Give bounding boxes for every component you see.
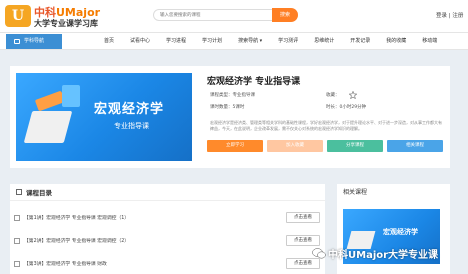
cover-deco-book (34, 90, 66, 112)
favorite-label: 收藏： (326, 93, 340, 98)
course-duration-value: 0小时29分钟 (339, 105, 367, 110)
view-button[interactable]: 点击查看 (286, 235, 320, 246)
auth-separator: | (448, 13, 451, 19)
catalog-row: 【第2讲】宏观经济学 专业指导课 宏观调控（2） 点击查看 (10, 235, 325, 249)
nav-item-favorites[interactable]: 我的收藏 (382, 33, 410, 50)
nav-item-assessment[interactable]: 学习测评 (274, 33, 302, 50)
login-link[interactable]: 登录 (436, 13, 447, 19)
add-favorite-button[interactable]: 加入收藏 (267, 140, 323, 152)
search-input[interactable] (153, 9, 273, 21)
cover-deco-chart (62, 85, 80, 107)
course-title: 宏观经济学 专业指导课 (207, 77, 301, 87)
star-icon[interactable] (349, 91, 357, 99)
course-catalog: 课程目录 【第1讲】宏观经济学 专业指导课 宏观调控（1） 点击查看 【第2讲】… (10, 184, 325, 274)
course-count-value: 5课时 (232, 105, 245, 110)
menu-icon (14, 39, 20, 44)
share-course-button[interactable]: 分享课程 (327, 140, 383, 152)
view-button[interactable]: 点击查看 (286, 212, 320, 223)
course-type-label: 课程类型： (210, 93, 233, 98)
cover-deco-paper (23, 111, 73, 143)
catalog-title: 课程目录 (26, 189, 52, 197)
course-duration-label: 时长： (326, 105, 340, 110)
course-description: 宏观经济学是经济类、管理类等相关学科的基础性课程，学好宏观经济学，对于提升理论水… (210, 120, 442, 131)
row-label[interactable]: 【第3讲】宏观经济学 专业指导课 财政 (24, 260, 107, 267)
course-count-label: 课时数量： (210, 105, 233, 110)
course-duration: 时长：0小时29分钟 (326, 104, 366, 110)
nav-item-home[interactable]: 首页 (100, 33, 118, 50)
nav-items: 首页 试看中心 学习进程 学习计划 搜索导航 ▾ 学习测评 思维统计 开发记录 … (100, 33, 449, 50)
header: U 中科UMajor 大学专业课学习库 搜索 登录 | 注册 (0, 0, 468, 32)
row-checkbox[interactable] (14, 261, 20, 267)
course-cover: 宏观经济学 专业指导课 (16, 73, 192, 161)
logo-mark[interactable]: U (5, 5, 31, 27)
course-count: 课时数量：5课时 (210, 104, 244, 110)
related-thumb-title: 宏观经济学 (383, 227, 418, 236)
watermark: 中科UMajor大学专业课 (328, 250, 439, 261)
nav-item-search-nav[interactable]: 搜索导航 ▾ (234, 33, 266, 50)
related-title: 相关课程 (343, 189, 368, 196)
nav-item-trial[interactable]: 试看中心 (126, 33, 154, 50)
cover-title: 宏观经济学 (94, 102, 165, 117)
logo-subtitle: 大学专业课学习库 (34, 19, 98, 28)
row-checkbox[interactable] (14, 215, 20, 221)
course-panel: 宏观经济学 专业指导课 宏观经济学 专业指导课 课程类型：专业指导课 收藏： 课… (10, 66, 450, 168)
start-learning-button[interactable]: 立即学习 (207, 140, 263, 152)
row-checkbox[interactable] (14, 238, 20, 244)
course-type-value: 专业指导课 (232, 93, 256, 98)
nav-item-mobile[interactable]: 移动端 (418, 33, 441, 50)
subject-nav-button[interactable]: 学科导航 (6, 34, 62, 49)
related-course-button[interactable]: 相关课程 (387, 140, 443, 152)
cover-subtitle: 专业指导课 (114, 122, 149, 130)
catalog-row: 【第3讲】宏观经济学 专业指导课 财政 点击查看 (10, 258, 325, 272)
nav-item-records[interactable]: 开发记录 (346, 33, 374, 50)
nav-item-progress[interactable]: 学习进程 (162, 33, 190, 50)
search-button[interactable]: 搜索 (272, 8, 298, 22)
catalog-row: 【第1讲】宏观经济学 专业指导课 宏观调控（1） 点击查看 (10, 212, 325, 226)
nav-item-plan[interactable]: 学习计划 (198, 33, 226, 50)
row-label[interactable]: 【第1讲】宏观经济学 专业指导课 宏观调控（1） (24, 214, 129, 221)
course-type: 课程类型：专业指导课 (210, 92, 255, 98)
auth-links: 登录 | 注册 (436, 11, 463, 19)
subject-nav-label: 学科导航 (24, 38, 45, 44)
row-label[interactable]: 【第2讲】宏观经济学 专业指导课 宏观调控（2） (24, 237, 129, 244)
register-link[interactable]: 注册 (452, 13, 463, 19)
catalog-icon (16, 189, 22, 195)
nav-item-stats[interactable]: 思维统计 (310, 33, 338, 50)
main-nav: 学科导航 首页 试看中心 学习进程 学习计划 搜索导航 ▾ 学习测评 思维统计 … (0, 32, 468, 50)
catalog-header: 课程目录 (10, 184, 325, 201)
